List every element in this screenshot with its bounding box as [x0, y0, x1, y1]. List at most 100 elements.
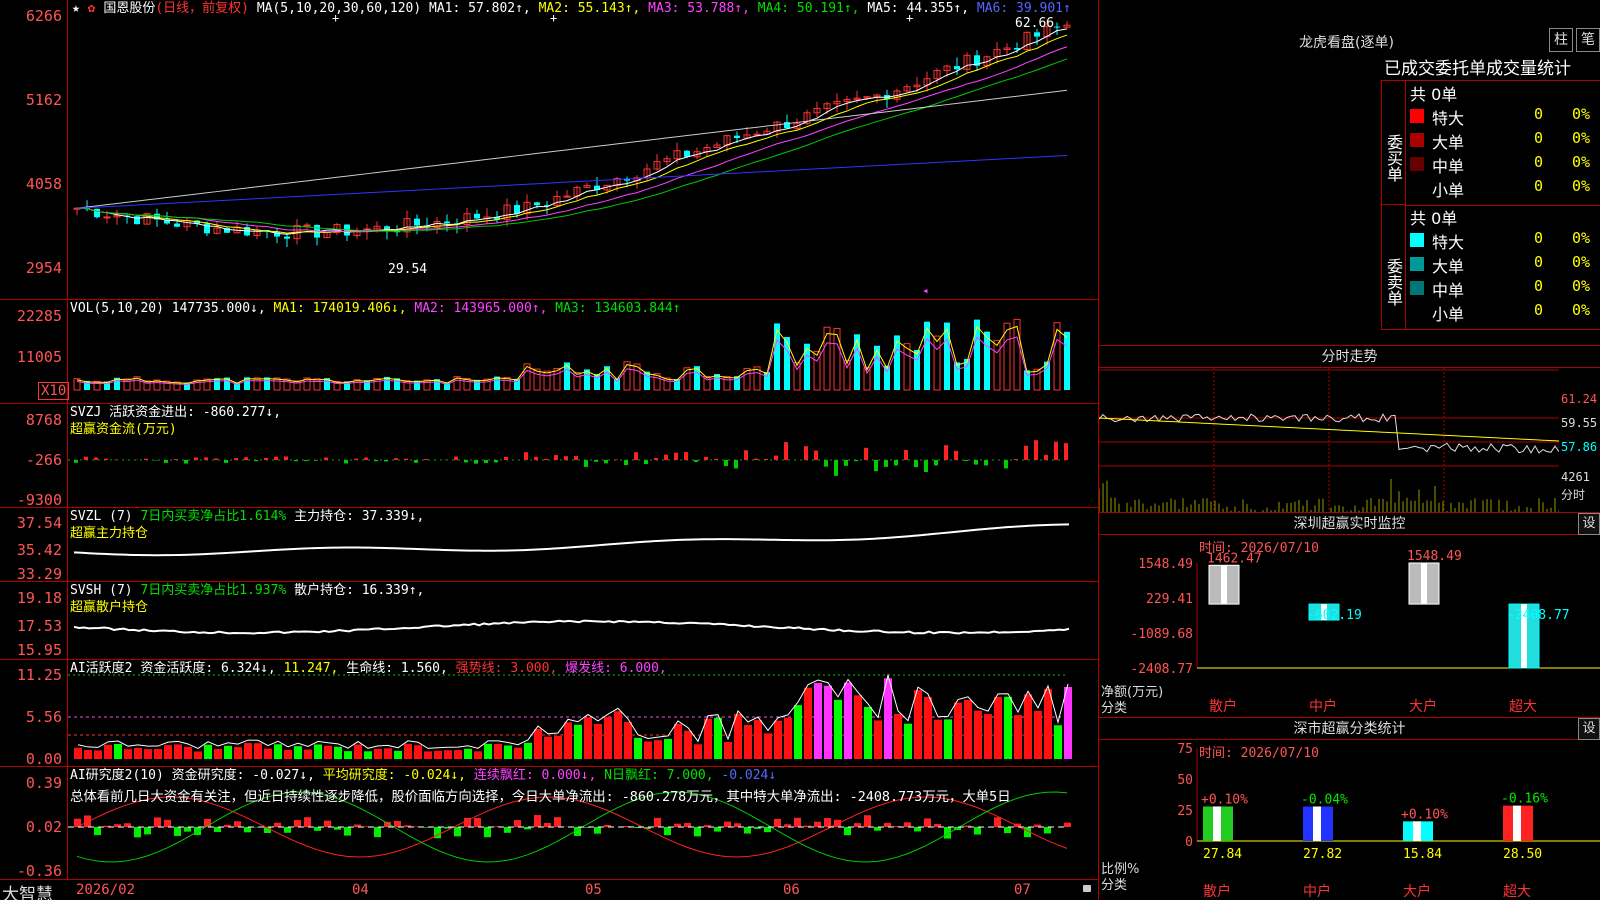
- candle-down: [514, 205, 520, 214]
- research-bar: [654, 817, 661, 827]
- vol-bar: [874, 345, 880, 390]
- fl-ytick: 25: [1177, 804, 1193, 819]
- fl-bar-highlight: [1213, 806, 1221, 841]
- kline-panel[interactable]: 6266 5162 4058 2954 + + + ★ ✿ 国恩股份(日线，前复权)…: [0, 0, 1098, 300]
- sell-swatch: [1410, 233, 1424, 247]
- flow-bar: [874, 460, 878, 472]
- research-bar: [724, 821, 731, 827]
- activity-bar: [464, 748, 472, 759]
- ai1-tick: 11.25: [16, 666, 62, 684]
- flow-bar: [734, 460, 738, 469]
- favorite-star-icon[interactable]: ★: [72, 1, 80, 16]
- vol-bar: [964, 358, 970, 390]
- activity-bar: [254, 743, 262, 759]
- flow-bar: [1044, 454, 1048, 460]
- sell-row-count: 0: [1534, 301, 1544, 319]
- vol-bar: [784, 337, 790, 390]
- sell-row-count: 0: [1534, 277, 1544, 295]
- vol-bar: [644, 371, 650, 390]
- flow-bar: [114, 459, 118, 460]
- vol-bar: [984, 331, 990, 390]
- buy-swatch: [1410, 157, 1424, 171]
- bar-mode-button[interactable]: 柱: [1549, 28, 1573, 52]
- ai1-tick: 0.00: [25, 750, 62, 768]
- research-bar: [454, 827, 461, 837]
- flow-bar: [604, 460, 608, 464]
- svzj-tick: -266: [25, 451, 62, 469]
- sell-swatch: [1410, 305, 1424, 319]
- activity-bar: [994, 696, 1002, 759]
- fl-bar-highlight: [1413, 821, 1421, 841]
- svsh-panel[interactable]: 19.18 17.53 15.95 SVSH (7) 7日内买卖净占比1.937…: [0, 582, 1098, 660]
- vol-ma2: MA2: 143965.000↑,: [414, 301, 548, 316]
- vol-bar: [264, 377, 270, 390]
- x-tick: 07: [1014, 882, 1031, 898]
- sz-xlabel: 分类: [1101, 701, 1128, 716]
- flow-bar: [1034, 440, 1038, 460]
- adjust-mode[interactable]: (日线，前复权): [155, 1, 249, 16]
- ai2-axis: 0.39 0.02 -0.36: [0, 767, 68, 880]
- activity-bar: [804, 687, 812, 759]
- activity-bar: [364, 751, 372, 759]
- settings-flower-icon[interactable]: ✿: [88, 1, 96, 16]
- research-bar: [794, 817, 801, 827]
- research-bar: [274, 822, 281, 827]
- ai2-d2: 平均研究度: -0.024↓,: [322, 768, 467, 783]
- activity-bar: [1034, 710, 1042, 759]
- flow-bar: [904, 449, 908, 460]
- activity-bar: [474, 751, 482, 759]
- flow-bar: [344, 460, 348, 464]
- research-bar: [914, 827, 921, 832]
- activity-bar: [514, 747, 522, 759]
- activity-bar: [854, 695, 862, 759]
- vol-bar: [1033, 368, 1041, 391]
- fl-category: 大户: [1403, 883, 1431, 900]
- fl-change-label: +0.10%: [1201, 792, 1248, 807]
- candle-down: [1054, 26, 1060, 28]
- intraday-panel[interactable]: 分时走势 61.24 59.55 57.86 4261 分时: [1098, 345, 1600, 513]
- research-bar: [864, 815, 871, 827]
- ai-activity-panel[interactable]: 11.25 5.56 0.00 AI活跃度2 资金活跃度: 6.324↓, 11…: [0, 660, 1098, 768]
- flow-bar: [824, 460, 828, 467]
- flow-bar: [314, 460, 318, 461]
- svzl-panel[interactable]: 37.54 35.42 33.29 SVZL (7) 7日内买卖净占比1.614…: [0, 508, 1098, 583]
- fl-category: 中户: [1303, 883, 1331, 900]
- flow-bar: [774, 455, 778, 460]
- activity-bar: [134, 747, 142, 759]
- flow-bar: [954, 450, 958, 460]
- sz-bar-highlight: [1421, 563, 1427, 605]
- stock-name[interactable]: 国恩股份: [103, 1, 155, 16]
- lock-icon[interactable]: [1083, 885, 1091, 892]
- activity-bar: [444, 750, 452, 759]
- research-bar: [554, 817, 561, 827]
- svzl-hold: 主力持仓: 37.339↓,: [294, 509, 425, 524]
- price-tick: 2954: [25, 259, 62, 277]
- sz-value-label: -2408.77: [1507, 608, 1570, 623]
- buy-swatch: [1410, 181, 1424, 195]
- activity-bar: [74, 747, 82, 759]
- activity-bar: [584, 717, 592, 759]
- flow-bar: [834, 460, 838, 476]
- svzj-tick: 8768: [25, 411, 62, 429]
- vol-tick: 22285: [16, 307, 62, 325]
- ai-research-panel[interactable]: 0.39 0.02 -0.36 AI研究度2(10) 资金研究度: -0.027…: [0, 767, 1098, 880]
- flow-bar: [864, 447, 868, 460]
- holding-line: [73, 619, 1070, 635]
- flow-bar: [974, 460, 978, 465]
- flow-bar: [104, 458, 108, 460]
- vol-bar: [823, 326, 831, 391]
- activity-bar: [94, 750, 102, 759]
- research-bar: [1044, 827, 1051, 834]
- research-bar: [284, 827, 291, 833]
- activity-bar: [924, 696, 932, 759]
- research-bar: [594, 827, 601, 834]
- sz-category: 超大: [1509, 699, 1537, 715]
- kline-plot[interactable]: + + +: [68, 0, 1098, 299]
- flow-bar: [294, 460, 298, 462]
- activity-bar: [654, 740, 662, 759]
- flow-bar: [144, 458, 148, 460]
- high-price-label: 62.66: [1015, 16, 1055, 31]
- svzj-panel[interactable]: 8768 -266 -9300 SVZJ 活跃资金进出: -860.277↓, …: [0, 404, 1098, 509]
- volume-panel[interactable]: 22285 11005 X10 VOL(5,10,20) 147735.000↓…: [0, 300, 1098, 404]
- tick-mode-button[interactable]: 笔: [1576, 28, 1600, 52]
